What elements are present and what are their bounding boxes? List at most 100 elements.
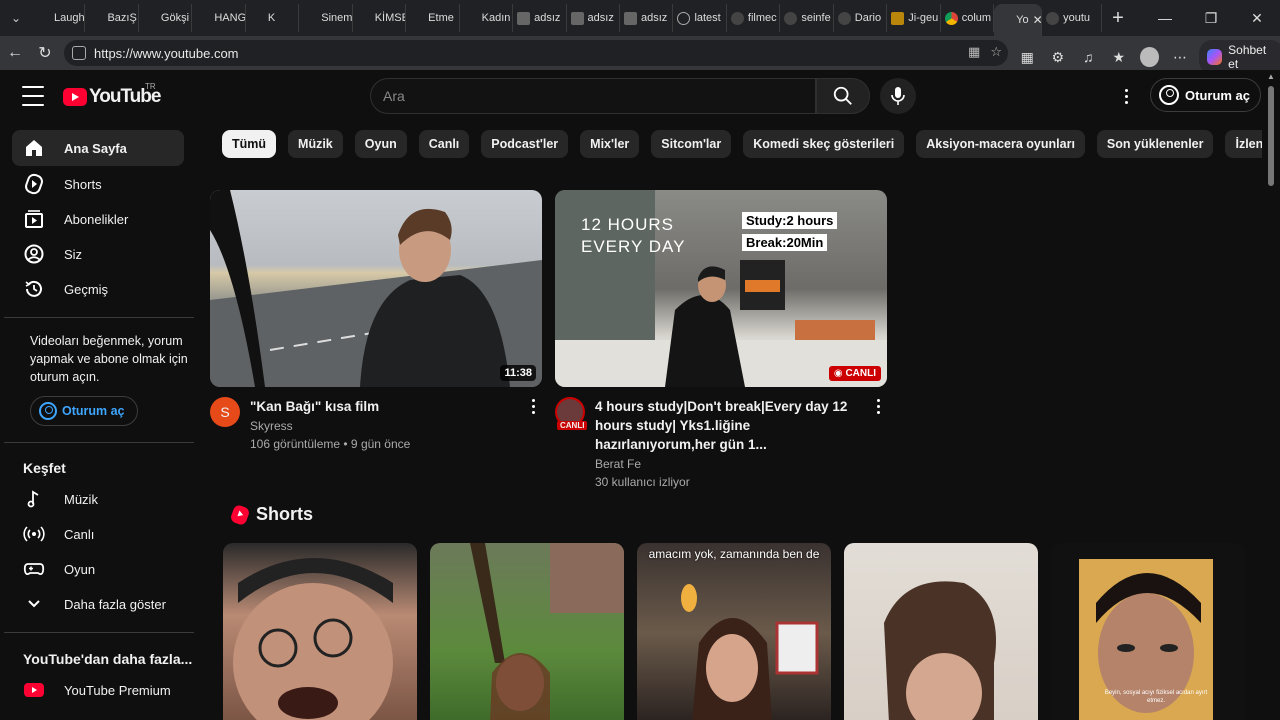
short-caption: Beyin, sosyal acıyı fiziksel acıdan ayır… [1104,690,1208,704]
browser-tab[interactable]: Sinem [299,4,353,32]
sidebar-item-youtube-premium[interactable]: YouTube Premium [12,672,184,708]
settings-menu-icon[interactable] [1116,84,1136,108]
short-card[interactable] [844,543,1038,720]
browser-tab[interactable]: colum [941,4,995,32]
filter-chip[interactable]: Mix'ler [580,130,640,158]
browser-tab[interactable]: Ji-geu [887,4,941,32]
sidebar-show-more[interactable]: Daha fazla göster [12,586,184,622]
browser-tab[interactable]: seinfe [780,4,834,32]
sidebar-item-home[interactable]: Ana Sayfa [12,130,184,166]
media-control-icon[interactable]: ♫ [1077,45,1100,69]
url-text[interactable]: https://www.youtube.com [94,46,239,61]
restore-button[interactable]: ❐ [1188,0,1234,36]
thumbnail-break-label: Break:20Min [742,234,828,251]
filter-chip[interactable]: Komedi skeç gösterileri [743,130,905,158]
filter-chip[interactable]: Oyun [354,130,407,158]
browser-tab[interactable]: K [246,4,300,32]
site-info-icon[interactable] [72,46,86,60]
browser-tab[interactable]: adsız [567,4,620,32]
filter-chip[interactable]: Müzik [288,130,343,158]
channel-avatar[interactable]: CANLI [555,397,588,430]
browser-tab[interactable]: Yo ✕ [994,4,1043,36]
sidebar-item-subscriptions[interactable]: Abonelikler [12,201,184,237]
browser-tab[interactable]: Dario [834,4,888,32]
sidebar-signin-button[interactable]: Oturum aç [30,396,138,426]
extensions-icon[interactable]: ⚙ [1047,45,1070,69]
video-thumbnail[interactable]: 12 HOURS EVERY DAY Study:2 hours Break:2… [555,190,887,387]
reload-button[interactable]: ↻ [30,38,60,68]
sidebar-item-music[interactable]: Müzik [12,481,184,517]
sidebar-item-shorts[interactable]: Shorts [12,166,184,202]
favorite-star-icon[interactable]: ☆ [990,44,1002,60]
extension-badge-icon[interactable]: ▦ [1016,45,1039,69]
video-more-options-icon[interactable] [532,399,536,414]
short-card[interactable]: amacım yok, zamanında ben de [637,543,831,720]
sidebar-item-you[interactable]: Siz [12,236,184,272]
minimize-button[interactable]: — [1142,0,1188,36]
video-title[interactable]: 4 hours study|Don't break|Every day 12 h… [595,397,859,454]
browser-tab[interactable]: Gökşi [139,4,193,32]
filter-chip[interactable]: Son yüklenenler [1096,130,1214,158]
sidebar-item-label: Shorts [64,176,102,192]
browser-tab[interactable]: youtu [1042,4,1102,32]
filter-chip[interactable]: Canlı [418,130,470,158]
video-card[interactable]: 12 HOURS EVERY DAY Study:2 hours Break:2… [555,190,887,489]
favorites-icon[interactable]: ★ [1108,45,1131,69]
short-card[interactable] [430,543,624,720]
live-badge: ◉ CANLI [828,366,881,381]
app-available-icon[interactable]: ▦ [968,44,980,60]
filter-chip[interactable]: İzlenenler [1225,130,1262,158]
sidebar-item-live[interactable]: Canlı [12,516,184,552]
video-card[interactable]: 11:38 S "Kan Bağı" kısa film Skyress 106… [210,190,542,451]
tab-close-icon[interactable]: ✕ [1033,13,1042,27]
video-thumbnail[interactable]: 11:38 [210,190,542,387]
youtube-logo[interactable]: YouTube TR [63,82,161,108]
guide-menu-icon[interactable] [22,86,44,106]
omnibox[interactable]: https://www.youtube.com ▦ ☆ [64,40,1008,66]
video-more-options-icon[interactable] [877,399,881,414]
profile-avatar[interactable] [1140,47,1159,67]
tab-title: Gökşi [160,12,190,24]
browser-tab[interactable]: adsız [620,4,674,32]
filter-chip[interactable]: Sitcom'lar [651,130,732,158]
browser-tab[interactable]: BazıŞ [85,4,139,32]
filter-chip[interactable]: Podcast'ler [481,130,569,158]
filter-chip[interactable]: Tümü [222,130,277,158]
sidebar-item-gaming[interactable]: Oyun [12,551,184,587]
browser-tab[interactable]: KİMSE [353,4,407,32]
browser-tab[interactable]: filmec [727,4,781,32]
video-title[interactable]: "Kan Bağı" kısa film [250,397,514,416]
tab-title: HANG [214,12,246,24]
signin-label: Oturum aç [1185,87,1251,103]
new-tab-button[interactable]: + [1102,7,1134,30]
browser-tab[interactable]: adsız [513,4,567,32]
signin-button[interactable]: Oturum aç [1150,78,1262,112]
sidebar-item-label: Siz [64,246,83,262]
search-button[interactable] [816,78,870,114]
tab-title: Dario [854,12,882,24]
page-scrollbar[interactable]: ▲ [1262,70,1280,720]
scroll-up-arrow-icon[interactable]: ▲ [1267,72,1275,81]
search-input[interactable] [383,88,815,104]
browser-tab[interactable]: Etme [406,4,460,32]
scrollbar-thumb[interactable] [1268,86,1274,186]
live-badge-label: CANLI [845,368,876,379]
browser-tab[interactable]: latest [673,4,727,32]
tab-list-chevron-icon[interactable]: ⌄ [0,0,32,36]
browser-tab[interactable]: Laugh [32,4,86,32]
filter-chip[interactable]: Aksiyon-macera oyunları [916,130,1085,158]
short-card[interactable]: Beyin, sosyal acıyı fiziksel acıdan ayır… [1051,543,1245,720]
channel-name[interactable]: Skyress [250,419,514,433]
back-button[interactable]: ← [0,38,30,68]
sidebar-item-history[interactable]: Geçmiş [12,271,184,307]
copilot-button[interactable]: Sohbet et [1199,40,1280,74]
channel-name[interactable]: Berat Fe [595,457,859,471]
close-window-button[interactable]: ✕ [1234,0,1280,36]
voice-search-button[interactable] [880,78,916,114]
sidebar-item-label: Geçmiş [64,281,109,297]
browser-tab[interactable]: HANG [192,4,246,32]
browser-tab[interactable]: Kadın [460,4,514,32]
channel-avatar[interactable]: S [210,397,240,427]
short-card[interactable] [223,543,417,720]
settings-more-icon[interactable]: ⋯ [1169,45,1192,69]
